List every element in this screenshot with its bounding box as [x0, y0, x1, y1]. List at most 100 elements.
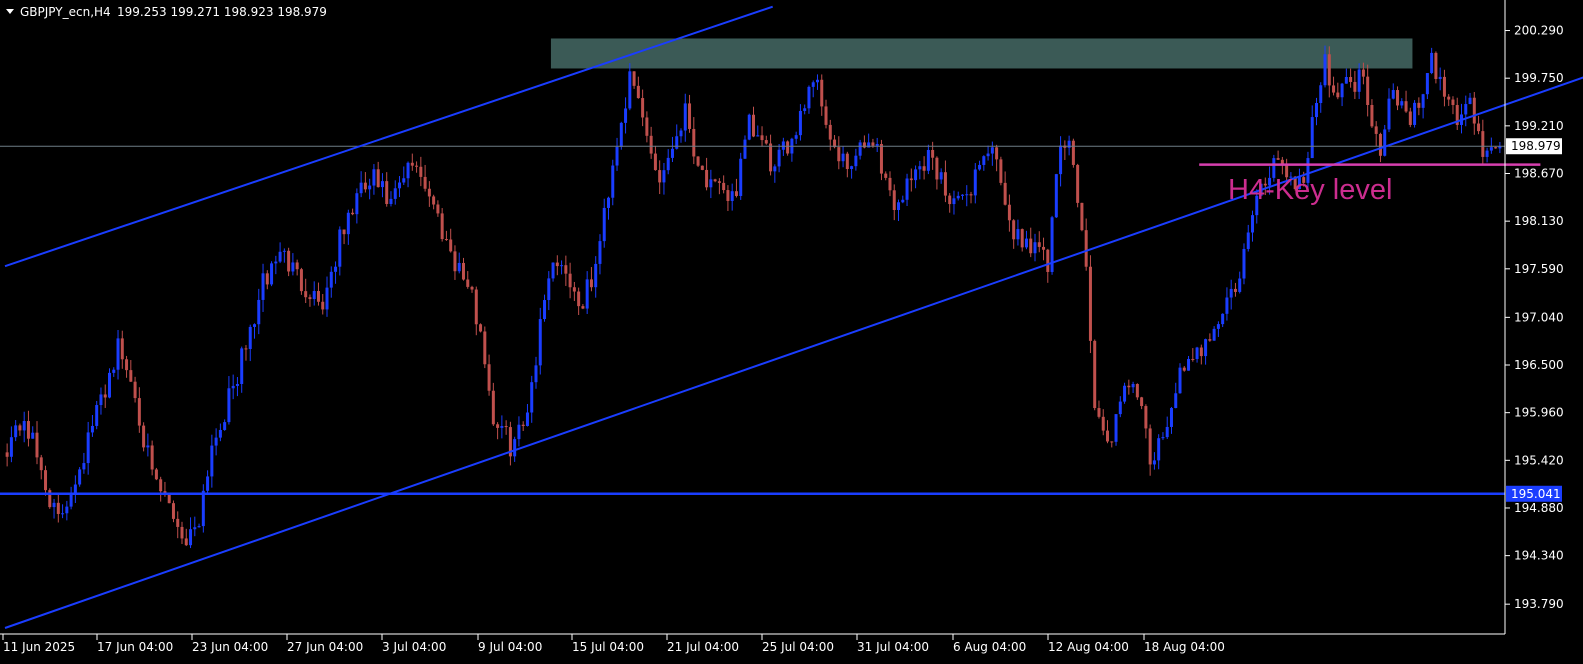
candle-body — [1088, 266, 1092, 341]
candle-body — [201, 490, 205, 527]
candle-body — [641, 98, 645, 118]
candle-body — [1135, 384, 1139, 398]
candle-body — [325, 287, 329, 310]
candle-body — [334, 266, 338, 272]
candle-body — [1114, 414, 1118, 442]
candle-body — [1191, 358, 1195, 360]
candle-body — [564, 265, 568, 274]
candle-body — [35, 432, 39, 458]
candle-body — [730, 191, 734, 201]
candle-body — [1016, 229, 1020, 240]
candle-body — [530, 382, 534, 413]
candle-body — [1067, 140, 1071, 148]
candle-body — [18, 425, 22, 431]
candle-body — [1323, 54, 1327, 86]
candle-body — [1199, 347, 1203, 357]
candle-body — [1084, 230, 1088, 267]
candle-body — [879, 144, 883, 174]
candle-body — [948, 195, 952, 205]
candle-body — [905, 178, 909, 200]
candle-body — [931, 149, 935, 158]
candle-body — [197, 526, 201, 528]
candle-body — [82, 463, 86, 470]
candle-body — [466, 279, 470, 287]
price-tick-label: 197.040 — [1514, 310, 1564, 324]
price-tick-label: 199.750 — [1514, 71, 1564, 85]
candle-body — [1020, 229, 1024, 248]
candle-body — [824, 106, 828, 125]
candle-body — [978, 164, 982, 170]
candle-body — [769, 143, 773, 172]
candle-body — [1123, 385, 1127, 402]
price-tick-label: 199.210 — [1514, 119, 1564, 133]
candle-body — [206, 476, 210, 491]
candle-body — [1212, 328, 1216, 341]
candle-body — [943, 172, 947, 196]
candle-body — [154, 469, 158, 480]
candle-body — [888, 177, 892, 191]
candle-body — [461, 262, 465, 280]
candle-body — [385, 181, 389, 204]
candle-body — [440, 213, 444, 240]
candle-body — [666, 157, 670, 171]
candle-body — [372, 169, 376, 186]
candle-body — [1182, 367, 1186, 371]
candle-body — [995, 147, 999, 160]
candle-body — [1012, 220, 1016, 240]
candle-body — [1472, 97, 1476, 124]
candle-body — [1438, 76, 1442, 79]
candle-body — [1148, 428, 1152, 465]
price-tick-label: 196.500 — [1514, 358, 1564, 372]
candle-body — [828, 124, 832, 140]
candle-body — [696, 156, 700, 166]
candle-body — [453, 251, 457, 272]
candle-body — [551, 262, 555, 279]
candle-body — [282, 250, 286, 252]
candle-body — [69, 494, 73, 507]
candle-body — [901, 199, 905, 203]
candle-body — [189, 529, 193, 546]
candle-body — [875, 144, 879, 146]
candle-body — [1157, 438, 1161, 461]
candle-body — [44, 470, 48, 491]
candle-body — [628, 71, 632, 109]
candle-body — [265, 273, 269, 285]
candle-body — [1046, 249, 1050, 272]
candle-body — [892, 190, 896, 211]
candle-body — [1024, 238, 1028, 248]
current-price-label: 198.979 — [1511, 139, 1561, 153]
candle-body — [1204, 339, 1208, 357]
candle-body — [231, 385, 235, 389]
candle-body — [389, 198, 393, 204]
candle-body — [103, 394, 107, 398]
candle-body — [1276, 158, 1280, 160]
candle-body — [137, 398, 141, 426]
candle-body — [658, 170, 662, 183]
candle-body — [999, 159, 1003, 183]
candle-body — [1464, 104, 1468, 115]
candle-body — [717, 181, 721, 183]
candle-body — [1451, 99, 1455, 106]
candle-body — [1374, 126, 1378, 134]
candle-body — [709, 179, 713, 188]
candle-body — [543, 300, 547, 320]
candle-body — [218, 429, 222, 438]
candle-body — [99, 394, 103, 406]
candle-body — [299, 269, 303, 292]
candle-body — [9, 437, 13, 457]
candle-body — [1349, 76, 1353, 82]
candle-body — [1152, 460, 1156, 465]
candle-body — [1357, 69, 1361, 92]
candle-body — [662, 170, 666, 183]
candle-body — [1029, 238, 1033, 254]
candle-body — [436, 204, 440, 214]
candle-body — [1110, 441, 1114, 443]
candle-body — [1195, 347, 1199, 359]
time-tick-label: 9 Jul 04:00 — [478, 640, 542, 654]
candle-body — [423, 176, 427, 189]
candle-body — [1080, 202, 1084, 231]
candle-body — [555, 262, 559, 267]
candle-body — [726, 190, 730, 201]
candle-body — [675, 136, 679, 149]
candle-body — [1447, 96, 1451, 100]
